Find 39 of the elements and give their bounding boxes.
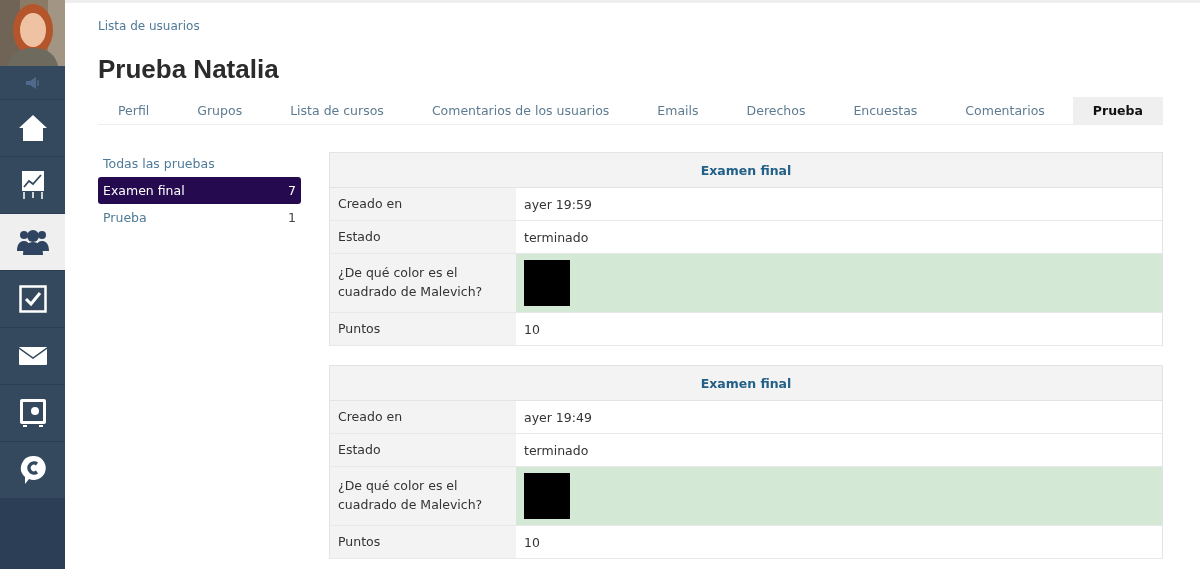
tab[interactable]: Comentarios bbox=[945, 97, 1065, 124]
tab[interactable]: Grupos bbox=[177, 97, 263, 124]
tab[interactable]: Lista de cursos bbox=[270, 97, 404, 124]
answer-image bbox=[524, 473, 570, 519]
tab[interactable]: Perfil bbox=[98, 97, 170, 124]
field-label: Puntos bbox=[329, 312, 516, 346]
field-value: 10 bbox=[516, 525, 1163, 559]
field-label: ¿De qué color es el cuadrado de Malevich? bbox=[329, 253, 516, 313]
mail-icon[interactable] bbox=[18, 347, 47, 365]
field-label: Creado en bbox=[329, 400, 516, 434]
field-label: Puntos bbox=[329, 525, 516, 559]
tab[interactable]: Prueba bbox=[1072, 97, 1163, 124]
breadcrumb-link[interactable]: Lista de usuarios bbox=[98, 19, 200, 33]
result-title: Examen final bbox=[329, 152, 1163, 188]
page-title: Prueba Natalia bbox=[98, 54, 280, 85]
field-label: Estado bbox=[329, 433, 516, 467]
field-value: terminado bbox=[516, 433, 1163, 467]
tab[interactable]: Emails bbox=[637, 97, 719, 124]
tab[interactable]: Comentarios de los usuarios bbox=[411, 97, 630, 124]
tab[interactable]: Derechos bbox=[726, 97, 826, 124]
safe-icon[interactable] bbox=[18, 398, 47, 428]
field-label: ¿De qué color es el cuadrado de Malevich? bbox=[329, 466, 516, 526]
all-tests-link[interactable]: Todas las pruebas bbox=[98, 152, 301, 177]
chat-icon[interactable] bbox=[19, 455, 46, 485]
users-icon[interactable] bbox=[15, 229, 50, 255]
tab[interactable]: Encuestas bbox=[833, 97, 938, 124]
field-value: ayer 19:49 bbox=[516, 400, 1163, 434]
result-title: Examen final bbox=[329, 365, 1163, 401]
chart-icon[interactable] bbox=[20, 170, 45, 200]
answer-image bbox=[524, 260, 570, 306]
test-list-item[interactable]: Examen final 7 bbox=[98, 177, 301, 204]
field-value: ayer 19:59 bbox=[516, 187, 1163, 221]
field-label: Estado bbox=[329, 220, 516, 254]
checkbox-icon[interactable] bbox=[18, 285, 47, 313]
field-label: Creado en bbox=[329, 187, 516, 221]
test-list-item[interactable]: Prueba 1 bbox=[98, 204, 301, 231]
field-value: 10 bbox=[516, 312, 1163, 346]
home-icon[interactable] bbox=[17, 113, 48, 143]
field-value: terminado bbox=[516, 220, 1163, 254]
